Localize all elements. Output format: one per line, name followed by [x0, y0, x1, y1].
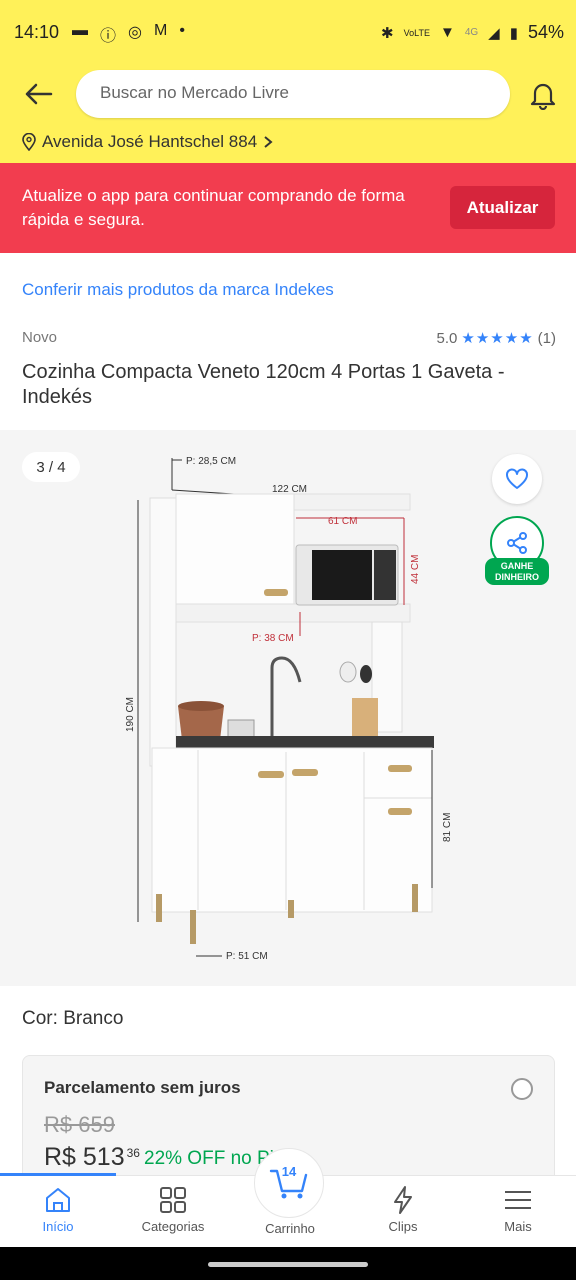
- dimension-height-base: 81 CM: [442, 813, 450, 842]
- update-button[interactable]: Atualizar: [450, 186, 555, 229]
- color-value: Branco: [63, 1008, 124, 1029]
- product-title: Cozinha Compacta Veneto 120cm 4 Portas 1…: [22, 361, 505, 408]
- heart-icon: [506, 468, 528, 489]
- rating-value: 5.0: [436, 329, 458, 347]
- bell-icon: [530, 83, 556, 110]
- share-earn-badge: GANHE DINHEIRO: [485, 558, 549, 585]
- status-bar: 14:10 ▬ ⓘ ◎ M • ✱ VoLTE ▼ 4G ◢ ▮ 54%: [0, 0, 576, 66]
- product-rating[interactable]: 5.0 ★★★★★ (1): [436, 329, 556, 348]
- color-label: Cor:: [22, 1008, 58, 1029]
- categories-grid-icon: [160, 1187, 186, 1213]
- dimension-height-total: 190 CM: [125, 697, 136, 732]
- image-counter: 3 / 4: [22, 452, 80, 482]
- dot-icon: •: [179, 22, 185, 39]
- dimension-depth-top: P: 28,5 CM: [186, 456, 236, 467]
- current-price: R$ 513 36: [44, 1143, 140, 1172]
- wifi-icon: ▼: [439, 24, 455, 41]
- status-system-icons: ✱ VoLTE ▼ 4G ◢ ▮ 54%: [381, 22, 564, 43]
- search-placeholder: Buscar no Mercado Livre: [100, 83, 289, 102]
- signal-icon: ◢: [488, 24, 500, 42]
- original-price: R$ 659: [44, 1112, 115, 1137]
- nav-item-carrinho[interactable]: [254, 1148, 324, 1218]
- discount-text: 22% OFF no Pi: [144, 1148, 274, 1169]
- dimension-width-top: 122 CM: [272, 484, 307, 495]
- dimension-niche-height: 44 CM: [410, 555, 421, 584]
- volte-icon: VoLTE: [403, 27, 430, 38]
- price-cents: 36: [126, 1146, 140, 1160]
- search-input[interactable]: Buscar no Mercado Livre: [76, 70, 510, 118]
- arrow-left-icon: [25, 83, 53, 105]
- screen: 14:10 ▬ ⓘ ◎ M • ✱ VoLTE ▼ 4G ◢ ▮ 54% Bus…: [0, 0, 576, 1280]
- back-button[interactable]: [20, 78, 56, 110]
- nav-item-mais[interactable]: Mais: [468, 1185, 568, 1241]
- brand-products-link[interactable]: Conferir mais produtos da marca Indekes: [22, 280, 334, 300]
- price-main: R$ 513: [44, 1143, 125, 1171]
- payment-option-title: Parcelamento sem juros: [44, 1078, 241, 1097]
- location-pin-icon: [22, 133, 36, 151]
- cart-count-badge: 14: [281, 1164, 297, 1179]
- nav-item-categorias[interactable]: Categorias: [123, 1185, 223, 1241]
- product-condition: Novo: [22, 329, 58, 346]
- info-icon: ⓘ: [100, 28, 117, 45]
- nav-label-categorias: Categorias: [141, 1219, 205, 1234]
- home-gesture-handle[interactable]: [208, 1262, 368, 1267]
- chrome-icon: ◎: [128, 24, 142, 41]
- notifications-button[interactable]: [526, 78, 560, 112]
- status-notification-icons: ▬ ⓘ ◎ M •: [72, 22, 185, 46]
- nav-label-inicio: Início: [42, 1219, 74, 1234]
- color-selector[interactable]: Cor: Branco: [22, 1008, 123, 1030]
- gmail-icon: M: [153, 22, 168, 39]
- address-text: Avenida José Hantschel 884: [42, 132, 258, 151]
- status-time: 14:10: [14, 22, 60, 42]
- nav-item-clips[interactable]: Clips: [353, 1185, 453, 1241]
- star-rating-icon: ★★★★★: [461, 330, 534, 347]
- menu-icon: [505, 1191, 531, 1209]
- share-icon: [507, 532, 527, 554]
- nav-active-indicator: [0, 1173, 116, 1176]
- rating-count: (1): [537, 329, 556, 347]
- lightning-icon: [394, 1186, 412, 1214]
- nav-label-clips: Clips: [388, 1219, 418, 1234]
- product-image: P: 28,5 CM 122 CM 190 CM 61 CM 44 CM P: …: [125, 456, 450, 962]
- update-banner-text: Atualize o app para continuar comprando …: [22, 186, 405, 229]
- address-selector[interactable]: Avenida José Hantschel 884: [22, 132, 273, 152]
- battery-icon: ▮: [509, 24, 518, 42]
- bluetooth-icon: ✱: [381, 24, 394, 42]
- folder-icon: ▬: [72, 22, 88, 39]
- dimension-depth-mid: P: 38 CM: [252, 633, 294, 644]
- payment-option-radio[interactable]: [511, 1078, 533, 1100]
- dimension-depth-base: P: 51 CM: [226, 951, 268, 962]
- nav-label-carrinho: Carrinho: [265, 1221, 315, 1236]
- chevron-right-icon: [264, 136, 273, 148]
- home-icon: [46, 1188, 70, 1212]
- dimension-niche-width: 61 CM: [328, 516, 357, 527]
- nav-label-mais: Mais: [504, 1219, 532, 1234]
- battery-level: 54%: [527, 22, 564, 42]
- network-label: 4G: [464, 27, 479, 38]
- favorite-button[interactable]: [492, 454, 542, 504]
- nav-item-inicio[interactable]: Início: [8, 1185, 108, 1241]
